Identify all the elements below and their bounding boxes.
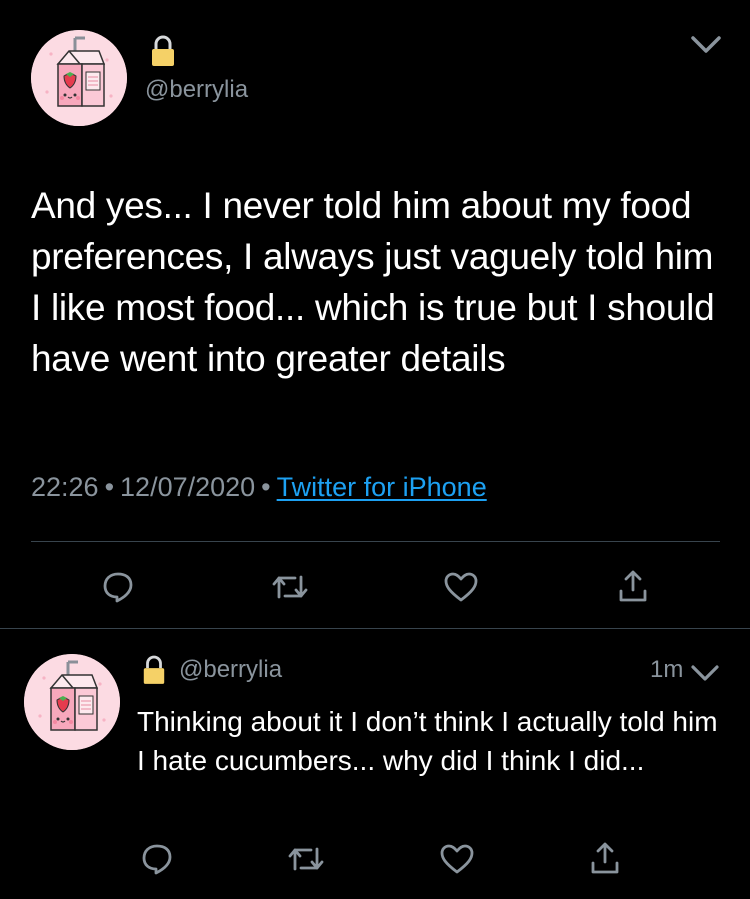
separator: • <box>261 472 271 502</box>
like-icon[interactable] <box>439 843 475 875</box>
tweet-time: 22:26 <box>31 472 99 502</box>
divider <box>31 541 720 542</box>
strawberry-milk-carton-avatar <box>24 654 120 750</box>
reply-icon[interactable] <box>140 842 174 876</box>
retweet-icon[interactable] <box>287 845 325 873</box>
avatar[interactable] <box>24 654 120 750</box>
like-icon[interactable] <box>443 571 479 603</box>
chevron-down-icon[interactable] <box>690 664 720 682</box>
retweet-icon[interactable] <box>271 573 309 601</box>
divider <box>0 628 750 629</box>
strawberry-milk-carton-avatar <box>31 30 127 126</box>
reply-icon[interactable] <box>101 570 135 604</box>
lock-icon <box>149 35 177 67</box>
chevron-down-icon[interactable] <box>690 34 722 56</box>
share-icon[interactable] <box>589 841 621 875</box>
tweet-metadata: 22:26 • 12/07/2020 • Twitter for iPhone <box>31 472 487 503</box>
tweet-date: 12/07/2020 <box>120 472 256 502</box>
username-handle[interactable]: @berrylia <box>145 76 248 104</box>
share-icon[interactable] <box>617 569 649 603</box>
source-link[interactable]: Twitter for iPhone <box>277 472 487 502</box>
separator: • <box>104 472 115 502</box>
username-handle[interactable]: @berrylia <box>179 656 282 684</box>
lock-icon <box>141 655 167 685</box>
tweet-time-ago: 1m <box>650 656 684 683</box>
tweet-text: And yes... I never told him about my foo… <box>31 185 715 379</box>
avatar[interactable] <box>31 30 127 126</box>
tweet-text: Thinking about it I don’t think I actual… <box>137 706 718 776</box>
